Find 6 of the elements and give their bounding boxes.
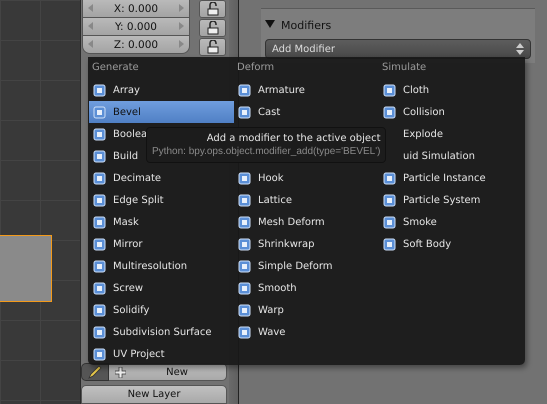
column-heading: Generate [91, 61, 140, 75]
column-heading: Simulate [381, 61, 428, 75]
python-hint: Python: bpy.ops.object.modifier_add(type='BEVEL') [152, 146, 380, 157]
tooltip-text: Add a modifier to the active object [206, 133, 380, 144]
column-heading: Deform [236, 61, 276, 75]
panel-title: Modifiers [281, 18, 332, 32]
